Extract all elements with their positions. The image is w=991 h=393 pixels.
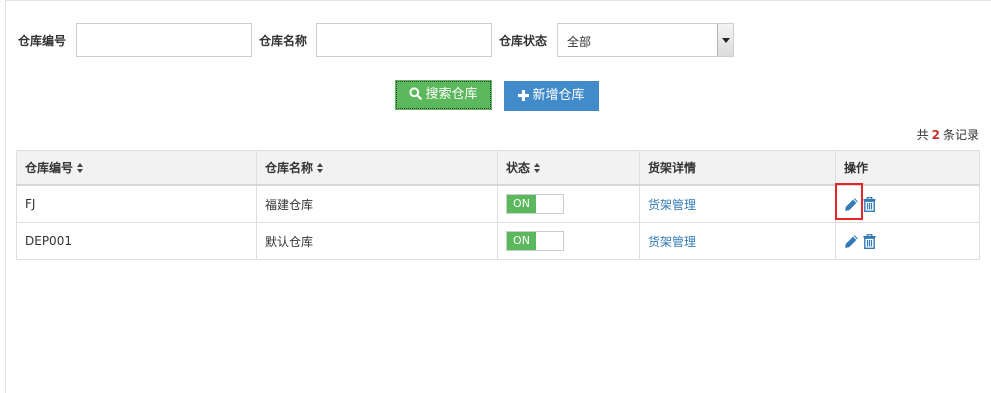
warehouse-status-label: 仓库状态 [499, 34, 548, 48]
warehouse-status-select[interactable]: 全部 [557, 23, 734, 57]
table-header-row: 仓库编号 仓库名称 状态 货架详情 操作 [16, 150, 980, 186]
shelf-management-link[interactable]: 货架管理 [648, 235, 696, 249]
column-header-name[interactable]: 仓库名称 [256, 150, 498, 186]
trash-icon[interactable] [863, 233, 876, 249]
shelf-management-link[interactable]: 货架管理 [648, 198, 696, 212]
record-count-prefix: 共 [916, 128, 929, 142]
cell-actions [835, 184, 980, 223]
edit-pencil-icon[interactable] [844, 234, 859, 249]
column-header-shelf: 货架详情 [639, 150, 836, 186]
warehouse-name-input[interactable] [316, 23, 492, 57]
column-header-actions: 操作 [835, 150, 980, 186]
cell-status: ON [497, 222, 640, 260]
add-warehouse-label: 新增仓库 [532, 88, 585, 103]
warehouse-name-label: 仓库名称 [259, 34, 308, 48]
status-toggle-label: ON [507, 232, 536, 250]
cell-name: 福建仓库 [256, 184, 498, 223]
table-row: FJ 福建仓库 ON 货架管理 [16, 184, 980, 223]
cell-status: ON [497, 184, 640, 223]
search-warehouse-button[interactable]: 搜索仓库 [395, 80, 492, 110]
sort-icon[interactable] [77, 163, 84, 173]
warehouse-code-input[interactable] [76, 23, 252, 57]
warehouse-table: 仓库编号 仓库名称 状态 货架详情 操作 FJ 福建仓库 ON 货架管理 DEP… [16, 150, 980, 260]
cell-code: DEP001 [16, 222, 257, 260]
status-select-value: 全部 [567, 35, 592, 49]
cell-shelf: 货架管理 [639, 184, 836, 223]
column-header-name-label: 仓库名称 [265, 161, 314, 175]
add-warehouse-button[interactable]: 新增仓库 [504, 81, 599, 111]
status-toggle[interactable]: ON [506, 194, 564, 214]
record-count-suffix: 条记录 [942, 128, 979, 142]
edit-pencil-icon[interactable] [844, 197, 859, 212]
sort-icon[interactable] [317, 163, 324, 173]
status-toggle[interactable]: ON [506, 231, 564, 251]
cell-name: 默认仓库 [256, 222, 498, 260]
column-header-status-label: 状态 [506, 161, 531, 175]
column-header-code-label: 仓库编号 [25, 161, 74, 175]
warehouse-code-label: 仓库编号 [18, 34, 67, 48]
sort-icon[interactable] [534, 163, 541, 173]
table-row: DEP001 默认仓库 ON 货架管理 [16, 222, 980, 260]
plus-icon [518, 90, 530, 101]
cell-shelf: 货架管理 [639, 222, 836, 260]
chevron-down-icon[interactable] [717, 24, 733, 56]
column-header-shelf-label: 货架详情 [648, 161, 697, 175]
status-toggle-label: ON [507, 195, 536, 213]
cell-actions [835, 222, 980, 260]
column-header-code[interactable]: 仓库编号 [16, 150, 257, 186]
record-count-number: 2 [931, 128, 940, 142]
search-warehouse-label: 搜索仓库 [425, 87, 478, 102]
column-header-status[interactable]: 状态 [497, 150, 640, 186]
record-count: 共 2 条记录 [917, 126, 979, 143]
search-icon [409, 87, 423, 100]
cell-code: FJ [16, 184, 257, 223]
column-header-actions-label: 操作 [844, 161, 869, 175]
trash-icon[interactable] [863, 196, 876, 212]
